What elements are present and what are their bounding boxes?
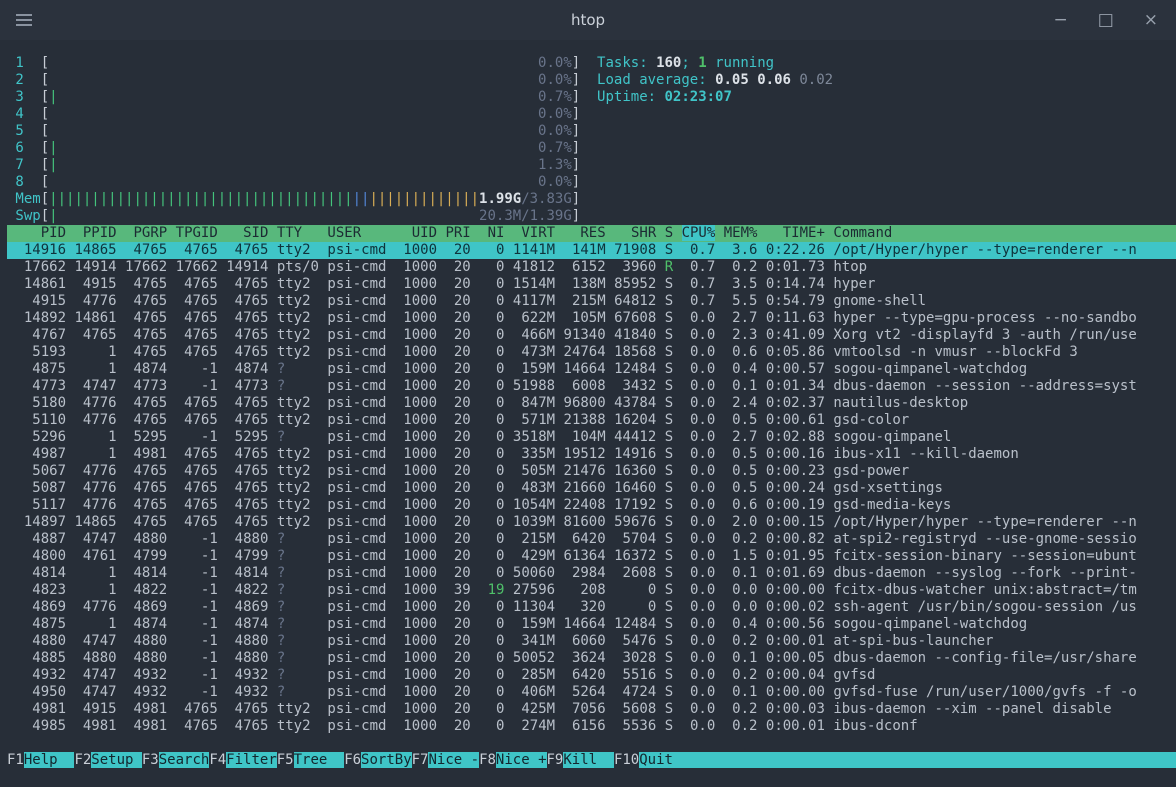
column-header-PRI[interactable]: PRI <box>445 225 470 241</box>
process-row[interactable]: 4915 4776 4765 4765 4765 tty2 psi-cmd 10… <box>7 293 1176 310</box>
cpu-meter-5: 5 [ 0.0%] <box>7 123 1176 140</box>
process-row[interactable]: 4767 4765 4765 4765 4765 tty2 psi-cmd 10… <box>7 327 1176 344</box>
titlebar: htop − □ × <box>0 0 1176 40</box>
terminal: 1 [ 0.0%] Tasks: 160; 1 running 2 [ 0.0%… <box>0 40 1176 787</box>
process-row[interactable]: 14916 14865 4765 4765 4765 tty2 psi-cmd … <box>7 242 1176 259</box>
column-header-NI[interactable]: NI <box>479 225 504 241</box>
window-controls: − □ × <box>1053 12 1158 29</box>
column-header-VIRT[interactable]: VIRT <box>513 225 555 241</box>
column-header-RES[interactable]: RES <box>564 225 606 241</box>
fkey-action-label: Nice + <box>496 752 547 768</box>
fkey-number: F3 <box>142 752 159 768</box>
htop-window: htop − □ × 1 [ 0.0%] Tasks: 160; 1 runni… <box>0 0 1176 787</box>
fkey-bar-fill <box>690 752 1176 768</box>
hamburger-menu-icon[interactable] <box>16 11 32 30</box>
process-row[interactable]: 14861 4915 4765 4765 4765 tty2 psi-cmd 1… <box>7 276 1176 293</box>
fkey-action-label: Kill <box>563 752 614 768</box>
fkey-number: F10 <box>614 752 639 768</box>
fkey-F6[interactable]: F6SortBy <box>344 752 411 768</box>
close-icon[interactable]: × <box>1144 12 1158 29</box>
column-header-PID[interactable]: PID <box>7 225 66 241</box>
process-row[interactable]: 4869 4776 4869 -1 4869 ? psi-cmd 1000 20… <box>7 599 1176 616</box>
process-row[interactable]: 4814 1 4814 -1 4814 ? psi-cmd 1000 20 0 … <box>7 565 1176 582</box>
process-row[interactable]: 14897 14865 4765 4765 4765 tty2 psi-cmd … <box>7 514 1176 531</box>
table-header: PID PPID PGRP TPGID SID TTY USER UID PRI… <box>7 225 1176 242</box>
process-row[interactable]: 14892 14861 4765 4765 4765 tty2 psi-cmd … <box>7 310 1176 327</box>
column-header-Command[interactable]: Command <box>833 225 892 241</box>
cpu-meter-1: 1 [ 0.0%] Tasks: 160; 1 running <box>7 55 1176 72</box>
process-row[interactable]: 4875 1 4874 -1 4874 ? psi-cmd 1000 20 0 … <box>7 616 1176 633</box>
process-row[interactable]: 4880 4747 4880 -1 4880 ? psi-cmd 1000 20… <box>7 633 1176 650</box>
process-row[interactable]: 5110 4776 4765 4765 4765 tty2 psi-cmd 10… <box>7 412 1176 429</box>
process-row[interactable]: 5180 4776 4765 4765 4765 tty2 psi-cmd 10… <box>7 395 1176 412</box>
fkey-action-label: SortBy <box>361 752 412 768</box>
swp-meter: Swp[| 20.3M/1.39G] <box>7 208 1176 225</box>
process-row[interactable]: 5117 4776 4765 4765 4765 tty2 psi-cmd 10… <box>7 497 1176 514</box>
cpu-meter-4: 4 [ 0.0%] <box>7 106 1176 123</box>
process-row[interactable]: 4887 4747 4880 -1 4880 ? psi-cmd 1000 20… <box>7 531 1176 548</box>
process-row[interactable]: 4885 4880 4880 -1 4880 ? psi-cmd 1000 20… <box>7 650 1176 667</box>
column-header-SHR[interactable]: SHR <box>614 225 656 241</box>
fkey-action-label: Quit <box>639 752 690 768</box>
process-row[interactable]: 5193 1 4765 4765 4765 tty2 psi-cmd 1000 … <box>7 344 1176 361</box>
cpu-meter-6: 6 [| 0.7%] <box>7 140 1176 157</box>
process-row[interactable]: 4981 4915 4981 4765 4765 tty2 psi-cmd 10… <box>7 701 1176 718</box>
column-header-PPID[interactable]: PPID <box>74 225 116 241</box>
column-header-MEM[interactable]: MEM% <box>724 225 758 241</box>
cpu-meter-7: 7 [| 1.3%] <box>7 157 1176 174</box>
fkey-F8[interactable]: F8Nice + <box>479 752 546 768</box>
fkey-number: F8 <box>479 752 496 768</box>
fkey-action-label: Nice - <box>428 752 479 768</box>
fkey-number: F9 <box>547 752 564 768</box>
fkey-number: F4 <box>209 752 226 768</box>
column-header-TTY[interactable]: TTY <box>277 225 319 241</box>
fkey-F5[interactable]: F5Tree <box>277 752 344 768</box>
process-row[interactable]: 4987 1 4981 4765 4765 tty2 psi-cmd 1000 … <box>7 446 1176 463</box>
column-header-USER[interactable]: USER <box>327 225 394 241</box>
process-row[interactable]: 4823 1 4822 -1 4822 ? psi-cmd 1000 39 19… <box>7 582 1176 599</box>
column-header-TPGID[interactable]: TPGID <box>176 225 218 241</box>
fkey-F1[interactable]: F1Help <box>7 752 74 768</box>
fkey-number: F1 <box>7 752 24 768</box>
fkey-action-label: Help <box>24 752 75 768</box>
column-header-PGRP[interactable]: PGRP <box>125 225 167 241</box>
column-header-TIME[interactable]: TIME+ <box>766 225 825 241</box>
fkey-F4[interactable]: F4Filter <box>209 752 276 768</box>
column-header-SID[interactable]: SID <box>226 225 268 241</box>
process-row[interactable]: 4875 1 4874 -1 4874 ? psi-cmd 1000 20 0 … <box>7 361 1176 378</box>
fkey-F10[interactable]: F10Quit <box>614 752 690 768</box>
cpu-meter-3: 3 [| 0.7%] Uptime: 02:23:07 <box>7 89 1176 106</box>
function-key-bar: F1Help F2Setup F3SearchF4FilterF5Tree F6… <box>0 752 1176 769</box>
cpu-meter-8: 8 [ 0.0%] <box>7 174 1176 191</box>
cpu-meter-2: 2 [ 0.0%] Load average: 0.05 0.06 0.02 <box>7 72 1176 89</box>
process-row[interactable]: 4985 4981 4981 4765 4765 tty2 psi-cmd 10… <box>7 718 1176 735</box>
process-row[interactable]: 5067 4776 4765 4765 4765 tty2 psi-cmd 10… <box>7 463 1176 480</box>
fkey-action-label: Filter <box>226 752 277 768</box>
fkey-action-label: Search <box>159 752 210 768</box>
process-row[interactable]: 5296 1 5295 -1 5295 ? psi-cmd 1000 20 0 … <box>7 429 1176 446</box>
fkey-action-label: Tree <box>294 752 345 768</box>
process-row[interactable]: 4932 4747 4932 -1 4932 ? psi-cmd 1000 20… <box>7 667 1176 684</box>
fkey-number: F6 <box>344 752 361 768</box>
fkey-F3[interactable]: F3Search <box>142 752 209 768</box>
process-row[interactable]: 17662 14914 17662 17662 14914 pts/0 psi-… <box>7 259 1176 276</box>
process-row[interactable]: 4773 4747 4773 -1 4773 ? psi-cmd 1000 20… <box>7 378 1176 395</box>
fkey-F7[interactable]: F7Nice - <box>412 752 479 768</box>
fkey-number: F2 <box>74 752 91 768</box>
fkey-F2[interactable]: F2Setup <box>74 752 141 768</box>
column-header-UID[interactable]: UID <box>403 225 437 241</box>
mem-meter: Mem[||||||||||||||||||||||||||||||||||||… <box>7 191 1176 208</box>
fkey-number: F7 <box>412 752 429 768</box>
maximize-icon[interactable]: □ <box>1098 12 1114 29</box>
column-header-CPU[interactable]: CPU% <box>682 225 716 241</box>
window-title: htop <box>0 11 1176 29</box>
minimize-icon[interactable]: − <box>1053 12 1067 29</box>
process-row[interactable]: 4800 4761 4799 -1 4799 ? psi-cmd 1000 20… <box>7 548 1176 565</box>
fkey-number: F5 <box>277 752 294 768</box>
fkey-action-label: Setup <box>91 752 142 768</box>
column-header-S[interactable]: S <box>665 225 673 241</box>
process-row[interactable]: 5087 4776 4765 4765 4765 tty2 psi-cmd 10… <box>7 480 1176 497</box>
process-row[interactable]: 4950 4747 4932 -1 4932 ? psi-cmd 1000 20… <box>7 684 1176 701</box>
fkey-F9[interactable]: F9Kill <box>547 752 614 768</box>
